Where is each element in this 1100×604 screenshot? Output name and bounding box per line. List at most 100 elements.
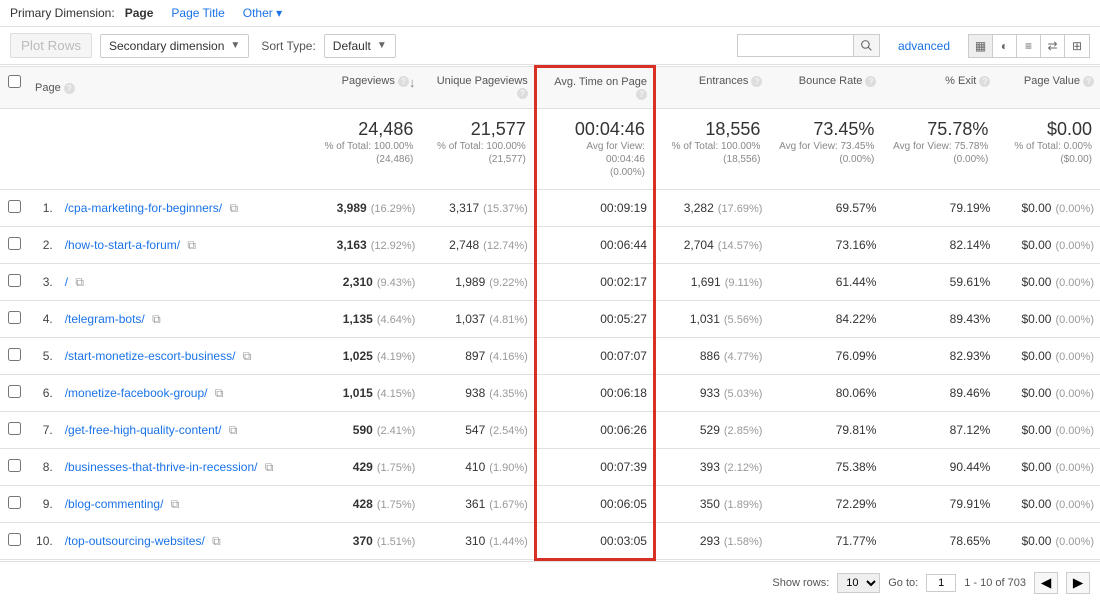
ent-value: 350 <box>700 497 720 511</box>
pd-tab-other[interactable]: Other ▾ <box>243 6 282 20</box>
view-performance-icon[interactable]: ≡ <box>1017 35 1041 57</box>
view-table-icon[interactable]: ▦ <box>969 35 993 57</box>
select-all-checkbox[interactable] <box>8 75 21 88</box>
search-button[interactable] <box>853 35 879 56</box>
upv-value: 2,748 <box>449 238 479 252</box>
open-icon[interactable]: ⧉ <box>229 423 238 437</box>
open-icon[interactable]: ⧉ <box>243 349 252 363</box>
col-bounce[interactable]: Bounce Rate? <box>768 67 882 109</box>
help-icon[interactable]: ? <box>979 76 990 87</box>
exit-value: 79.19% <box>950 201 991 215</box>
row-checkbox[interactable] <box>8 274 21 287</box>
secondary-dimension-dropdown[interactable]: Secondary dimension ▼ <box>100 34 249 58</box>
range-label: 1 - 10 of 703 <box>964 577 1026 589</box>
row-checkbox[interactable] <box>8 311 21 324</box>
view-pie-icon[interactable]: ◐ <box>993 35 1017 57</box>
open-icon[interactable]: ⧉ <box>212 534 221 548</box>
help-icon[interactable]: ? <box>398 76 409 87</box>
col-page[interactable]: Page? <box>29 67 307 109</box>
pd-tab-page[interactable]: Page <box>125 6 154 20</box>
sort-type-dropdown[interactable]: Default ▼ <box>324 34 396 58</box>
view-comparison-icon[interactable]: ⇄ <box>1041 35 1065 57</box>
prev-button[interactable]: ◀ <box>1034 572 1058 594</box>
rows-select[interactable]: 10 <box>837 573 880 593</box>
ent-value: 1,691 <box>691 275 721 289</box>
col-avgtime[interactable]: Avg. Time on Page? <box>535 67 654 109</box>
open-icon[interactable]: ⧉ <box>215 386 224 400</box>
row-checkbox[interactable] <box>8 200 21 213</box>
ent-pct: (5.56%) <box>724 314 763 326</box>
col-avgtime-label: Avg. Time on Page <box>554 76 647 88</box>
row-checkbox[interactable] <box>8 237 21 250</box>
sort-arrow-icon: ↓ <box>409 75 416 90</box>
col-entrances[interactable]: Entrances? <box>654 67 768 109</box>
row-checkbox[interactable] <box>8 348 21 361</box>
row-checkbox[interactable] <box>8 385 21 398</box>
summary-ent: 18,556 <box>664 119 760 140</box>
bounce-value: 76.09% <box>836 349 877 363</box>
pv-pct: (4.15%) <box>377 388 416 400</box>
bounce-value: 69.57% <box>836 201 877 215</box>
pv-value: 1,135 <box>343 312 373 326</box>
page-link[interactable]: /top-outsourcing-websites/ <box>65 534 205 548</box>
upv-value: 310 <box>465 534 485 548</box>
page-link[interactable]: /monetize-facebook-group/ <box>65 386 208 400</box>
row-checkbox[interactable] <box>8 533 21 546</box>
avg-value: 00:05:27 <box>600 312 647 326</box>
bounce-value: 72.29% <box>836 497 877 511</box>
ent-pct: (17.69%) <box>718 203 763 215</box>
page-link[interactable]: /start-monetize-escort-business/ <box>65 349 236 363</box>
row-checkbox[interactable] <box>8 496 21 509</box>
advanced-link[interactable]: advanced <box>898 39 950 53</box>
page-link[interactable]: /how-to-start-a-forum/ <box>65 238 180 252</box>
col-exit[interactable]: % Exit? <box>882 67 996 109</box>
pd-tab-pagetitle[interactable]: Page Title <box>171 6 224 20</box>
val-pct: (0.00%) <box>1055 314 1094 326</box>
avg-value: 00:07:39 <box>600 460 647 474</box>
page-link[interactable]: /telegram-bots/ <box>65 312 145 326</box>
row-checkbox[interactable] <box>8 459 21 472</box>
row-index: 9. <box>29 486 59 523</box>
col-value[interactable]: Page Value? <box>996 67 1100 109</box>
help-icon[interactable]: ? <box>1083 76 1094 87</box>
col-unique-label: Unique Pageviews <box>437 75 528 87</box>
table-row: 10. /top-outsourcing-websites/ ⧉ 370(1.5… <box>0 523 1100 560</box>
col-exit-label: % Exit <box>945 75 976 87</box>
table-row: 6. /monetize-facebook-group/ ⧉ 1,015(4.1… <box>0 375 1100 412</box>
ent-value: 3,282 <box>684 201 714 215</box>
open-icon[interactable]: ⧉ <box>171 497 180 511</box>
help-icon[interactable]: ? <box>751 76 762 87</box>
upv-pct: (4.81%) <box>489 314 528 326</box>
next-button[interactable]: ▶ <box>1066 572 1090 594</box>
upv-pct: (9.22%) <box>489 277 528 289</box>
search-input[interactable] <box>738 35 853 56</box>
avg-value: 00:02:17 <box>600 275 647 289</box>
col-unique[interactable]: Unique Pageviews? <box>421 67 535 109</box>
primary-dimension-bar: Primary Dimension: Page Page Title Other… <box>0 0 1100 27</box>
help-icon[interactable]: ? <box>865 76 876 87</box>
open-icon[interactable]: ⧉ <box>152 312 161 326</box>
open-icon[interactable]: ⧉ <box>229 201 238 215</box>
page-link[interactable]: /businesses-that-thrive-in-recession/ <box>65 460 258 474</box>
plot-rows-button[interactable]: Plot Rows <box>10 33 92 58</box>
upv-pct: (12.74%) <box>483 240 528 252</box>
open-icon[interactable]: ⧉ <box>187 238 196 252</box>
goto-input[interactable] <box>926 574 956 592</box>
page-link[interactable]: /get-free-high-quality-content/ <box>65 423 222 437</box>
help-icon[interactable]: ? <box>636 89 647 100</box>
help-icon[interactable]: ? <box>517 88 528 99</box>
view-pivot-icon[interactable]: ⊞ <box>1065 35 1089 57</box>
help-icon[interactable]: ? <box>64 83 75 94</box>
val-value: $0.00 <box>1021 386 1051 400</box>
col-pageviews[interactable]: Pageviews?↓ <box>307 67 421 109</box>
pv-value: 429 <box>353 460 373 474</box>
page-link[interactable]: / <box>65 275 68 289</box>
row-checkbox[interactable] <box>8 422 21 435</box>
open-icon[interactable]: ⧉ <box>265 460 274 474</box>
pd-label: Primary Dimension: <box>10 6 115 20</box>
row-index: 2. <box>29 227 59 264</box>
page-link[interactable]: /cpa-marketing-for-beginners/ <box>65 201 222 215</box>
open-icon[interactable]: ⧉ <box>75 275 84 289</box>
page-link[interactable]: /blog-commenting/ <box>65 497 164 511</box>
avg-value: 00:06:05 <box>600 497 647 511</box>
